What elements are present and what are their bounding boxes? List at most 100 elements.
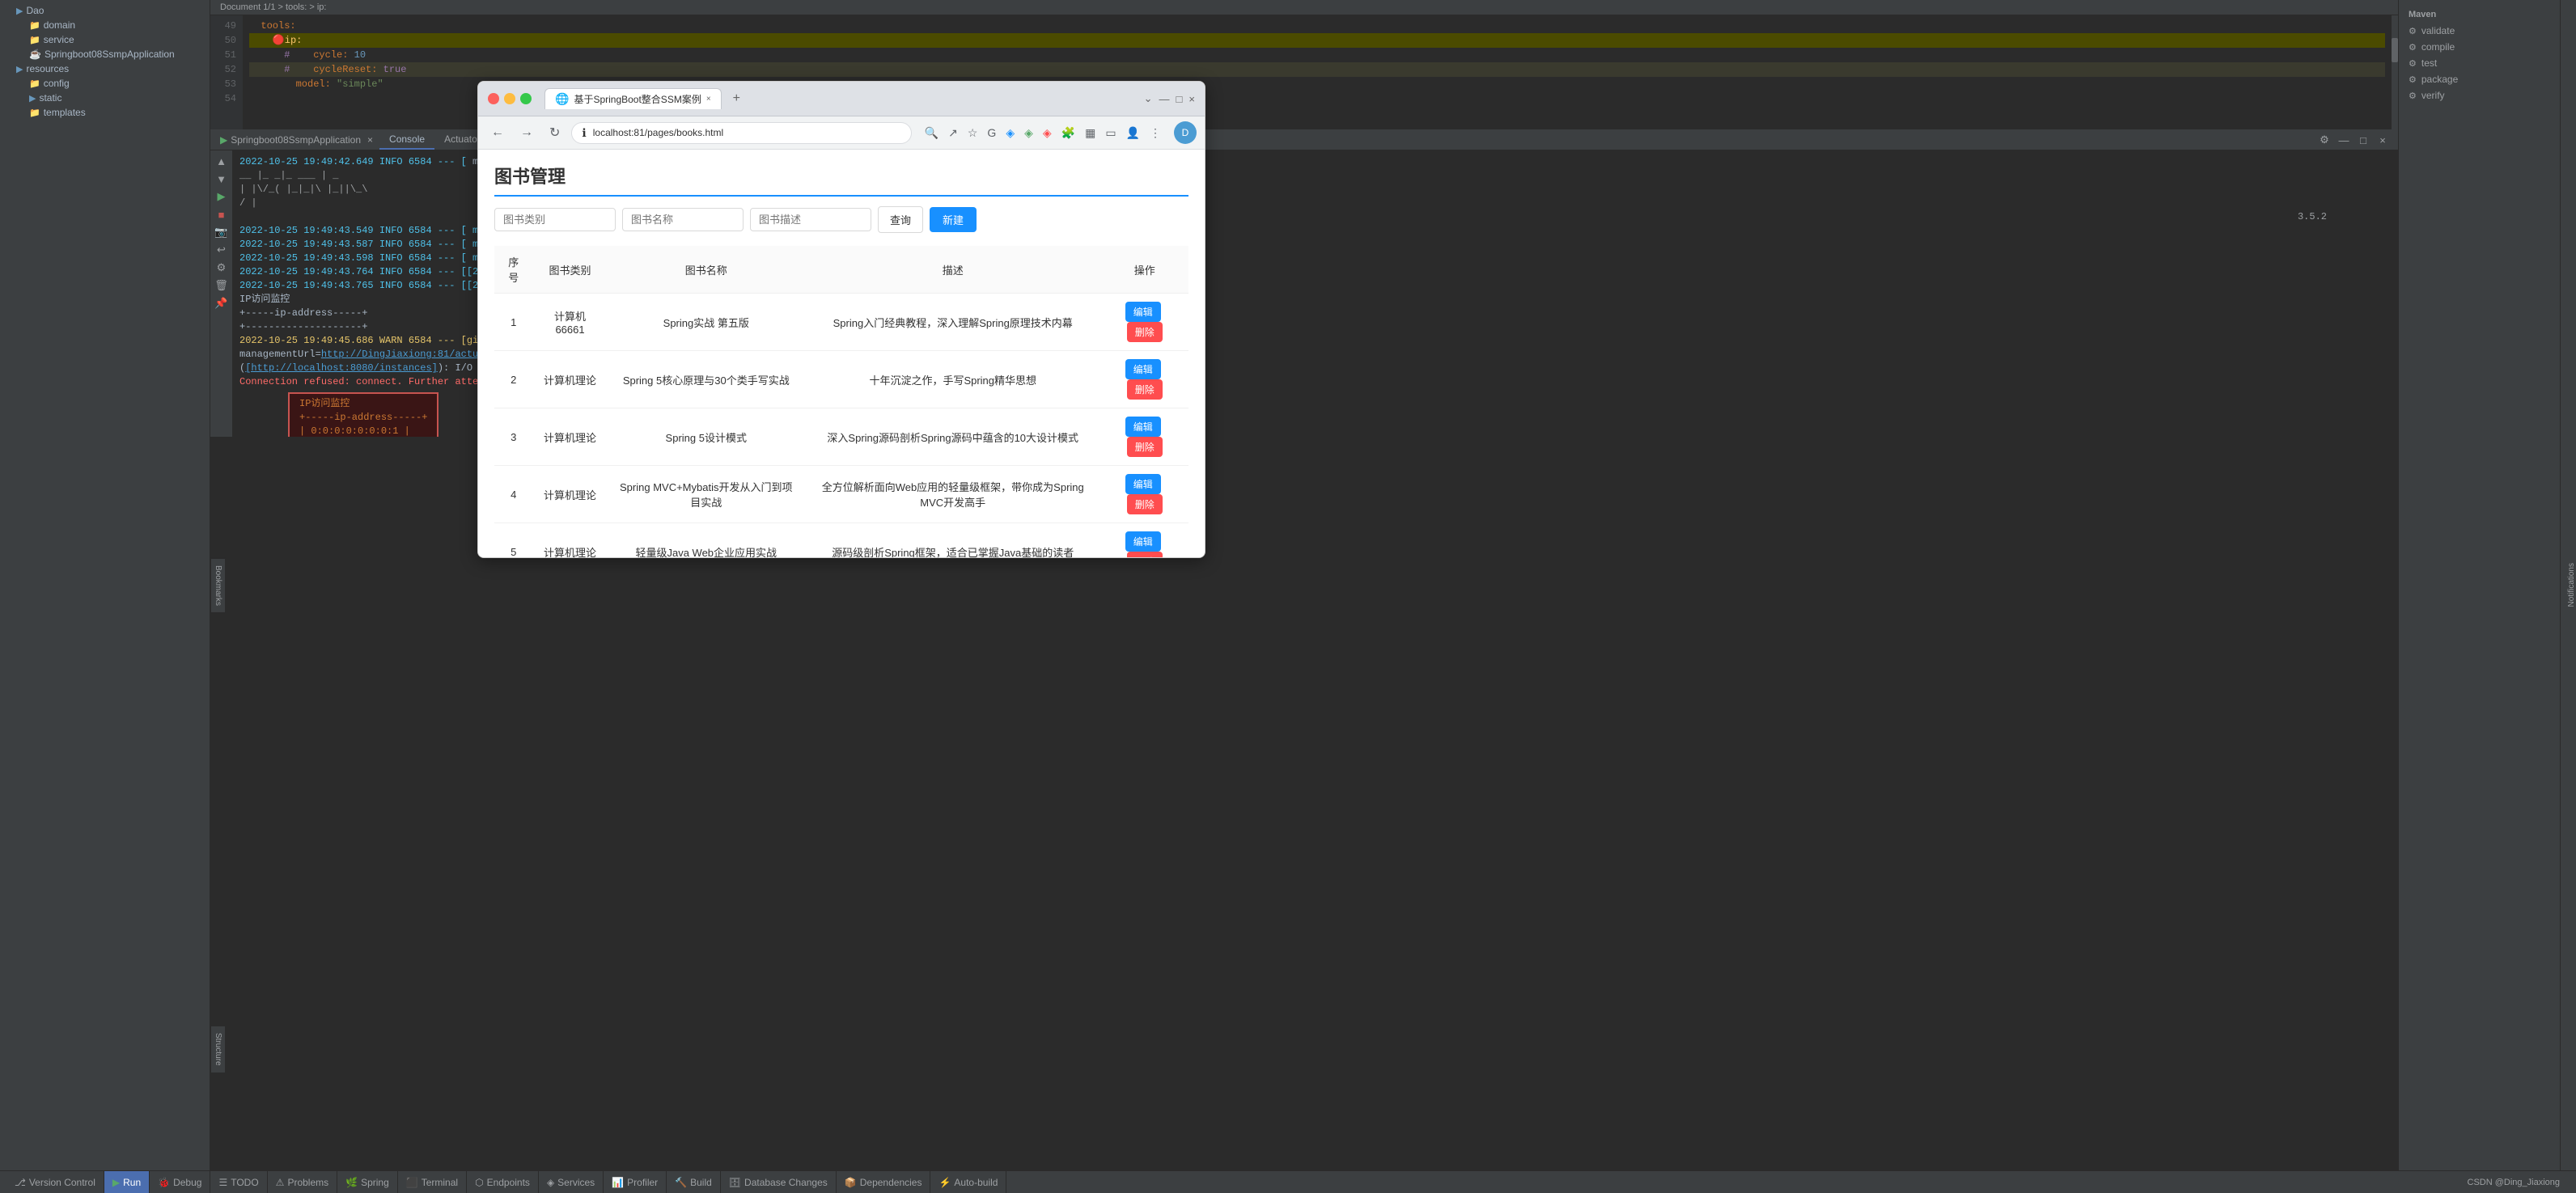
maven-compile[interactable]: ⚙ compile	[2402, 39, 2557, 55]
ip-monitor-highlight-box: IP访问监控 +-----ip-address-----+ | 0:0:0:0:…	[288, 392, 439, 437]
ext-icon-3[interactable]: ◈	[1040, 123, 1055, 143]
edit-btn[interactable]: 编辑	[1125, 531, 1161, 552]
maven-verify[interactable]: ⚙ verify	[2402, 87, 2557, 104]
structure-tab[interactable]: Structure	[210, 1026, 226, 1073]
maven-validate[interactable]: ⚙ validate	[2402, 23, 2557, 39]
tree-item-config[interactable]: 📁 config	[0, 76, 210, 91]
folder-icon: 📁	[29, 108, 40, 118]
profile-icon[interactable]: 👤	[1123, 123, 1143, 143]
cell-id: 3	[494, 408, 533, 466]
search-icon[interactable]: 🔍	[922, 123, 942, 143]
delete-btn[interactable]: 删除	[1127, 494, 1163, 514]
bookmark-star-icon[interactable]: ☆	[964, 123, 981, 143]
new-tab-btn[interactable]: +	[728, 91, 745, 106]
console-restore-btn[interactable]: □	[2354, 131, 2372, 149]
run-label: Springboot08SsmpApplication	[231, 134, 361, 146]
tree-item-dao[interactable]: ▶ Dao	[0, 3, 210, 18]
tablet-icon[interactable]: ▭	[1102, 123, 1119, 143]
back-btn[interactable]: ←	[486, 122, 509, 143]
debug-icon: 🐞	[158, 1177, 170, 1188]
new-book-btn[interactable]: 新建	[930, 207, 977, 232]
tree-item-service[interactable]: 📁 service	[0, 32, 210, 47]
status-db-changes[interactable]: 🗄 Database Changes	[721, 1171, 837, 1193]
tab-console[interactable]: Console	[379, 130, 434, 150]
status-spring[interactable]: 🌿 Spring	[337, 1171, 398, 1193]
spring-label: Spring	[361, 1177, 389, 1188]
maven-test[interactable]: ⚙ test	[2402, 55, 2557, 71]
terminal-label: Terminal	[422, 1177, 458, 1188]
bookmarks-sidebar[interactable]: Bookmarks	[210, 557, 226, 612]
tree-item-resources[interactable]: ▶ resources	[0, 61, 210, 76]
layout-icon[interactable]: ▦	[1082, 123, 1099, 143]
edit-btn[interactable]: 编辑	[1125, 474, 1161, 494]
puzzle-icon[interactable]: 🧩	[1058, 123, 1078, 143]
more-icon[interactable]: ⋮	[1146, 123, 1164, 143]
query-btn[interactable]: 查询	[878, 206, 923, 233]
status-bar: ⎇ Version Control ▶ Run 🐞 Debug ☰ TODO ⚠…	[0, 1170, 2576, 1193]
status-services[interactable]: ◈ Services	[539, 1171, 604, 1193]
console-settings-btn[interactable]: ⚙	[2315, 131, 2333, 149]
name-search-input[interactable]	[622, 208, 744, 231]
status-terminal[interactable]: ⬛ Terminal	[398, 1171, 467, 1193]
chevron-down-icon[interactable]: ⌄	[1144, 92, 1153, 105]
edit-btn[interactable]: 编辑	[1125, 417, 1161, 437]
maximize-icon[interactable]: □	[1176, 93, 1183, 105]
run-label-status: Run	[123, 1177, 141, 1188]
delete-btn[interactable]: 删除	[1127, 552, 1163, 557]
profile-avatar[interactable]: D	[1174, 121, 1197, 144]
console-minimize-btn[interactable]: —	[2335, 131, 2353, 149]
forward-btn[interactable]: →	[515, 122, 538, 143]
address-bar[interactable]: ℹ localhost:81/pages/books.html	[571, 122, 911, 144]
ext-icon-1[interactable]: ◈	[1002, 123, 1018, 143]
status-build[interactable]: 🔨 Build	[667, 1171, 721, 1193]
status-run[interactable]: ▶ Run	[104, 1171, 150, 1193]
refresh-btn[interactable]: ↻	[544, 121, 565, 144]
translate-icon[interactable]: G	[984, 123, 999, 142]
status-version-control[interactable]: ⎇ Version Control	[6, 1171, 104, 1193]
cell-category: 计算机理论	[533, 466, 608, 523]
scroll-down-btn[interactable]: ▼	[214, 171, 229, 186]
delete-btn[interactable]: 删除	[1127, 437, 1163, 457]
camera-btn[interactable]: 📷	[214, 225, 229, 239]
run-btn[interactable]: ▶	[214, 189, 229, 204]
tree-item-templates[interactable]: 📁 templates	[0, 105, 210, 120]
browser-tab[interactable]: 🌐 基于SpringBoot整合SSM案例 ×	[544, 88, 722, 109]
tree-item-domain[interactable]: 📁 domain	[0, 18, 210, 32]
share-icon[interactable]: ↗	[945, 123, 961, 143]
win-close-btn[interactable]	[488, 93, 499, 104]
ext-icon-2[interactable]: ◈	[1021, 123, 1036, 143]
delete-btn[interactable]: 删除	[1127, 322, 1163, 342]
status-problems[interactable]: ⚠ Problems	[268, 1171, 337, 1193]
close-icon[interactable]: ×	[1188, 93, 1195, 105]
wrap-btn[interactable]: ↩	[214, 243, 229, 257]
stop-btn[interactable]: ■	[214, 207, 229, 222]
trash-btn[interactable]: 🗑	[214, 278, 229, 293]
desc-search-input[interactable]	[750, 208, 871, 231]
edit-btn[interactable]: 编辑	[1125, 359, 1161, 379]
gear-icon: ⚙	[2409, 74, 2417, 85]
status-debug[interactable]: 🐞 Debug	[150, 1171, 210, 1193]
settings-btn2[interactable]: ⚙	[214, 260, 229, 275]
category-search-input[interactable]	[494, 208, 616, 231]
status-todo[interactable]: ☰ TODO	[210, 1171, 267, 1193]
status-auto-build[interactable]: ⚡ Auto-build	[930, 1171, 1006, 1193]
run-close[interactable]: ×	[367, 134, 373, 146]
scroll-up-btn[interactable]: ▲	[214, 154, 229, 168]
win-max-btn[interactable]	[520, 93, 532, 104]
tab-close-btn[interactable]: ×	[706, 95, 711, 104]
status-dependencies[interactable]: 📦 Dependencies	[837, 1171, 931, 1193]
minimize-icon[interactable]: —	[1159, 93, 1170, 105]
console-close-btn[interactable]: ×	[2374, 131, 2392, 149]
delete-btn[interactable]: 删除	[1127, 379, 1163, 400]
maven-package[interactable]: ⚙ package	[2402, 71, 2557, 87]
status-profiler[interactable]: 📊 Profiler	[604, 1171, 667, 1193]
status-endpoints[interactable]: ⬡ Endpoints	[467, 1171, 539, 1193]
tree-item-static[interactable]: ▶ static	[0, 91, 210, 105]
win-min-btn[interactable]	[504, 93, 515, 104]
cell-id: 4	[494, 466, 533, 523]
edit-btn[interactable]: 编辑	[1125, 302, 1161, 322]
tree-item-main-class[interactable]: ☕ Springboot08SsmpApplication	[0, 47, 210, 61]
maven-validate-label: validate	[2421, 25, 2455, 36]
gear-icon: ⚙	[2409, 91, 2417, 101]
pin-btn[interactable]: 📌	[214, 296, 229, 311]
